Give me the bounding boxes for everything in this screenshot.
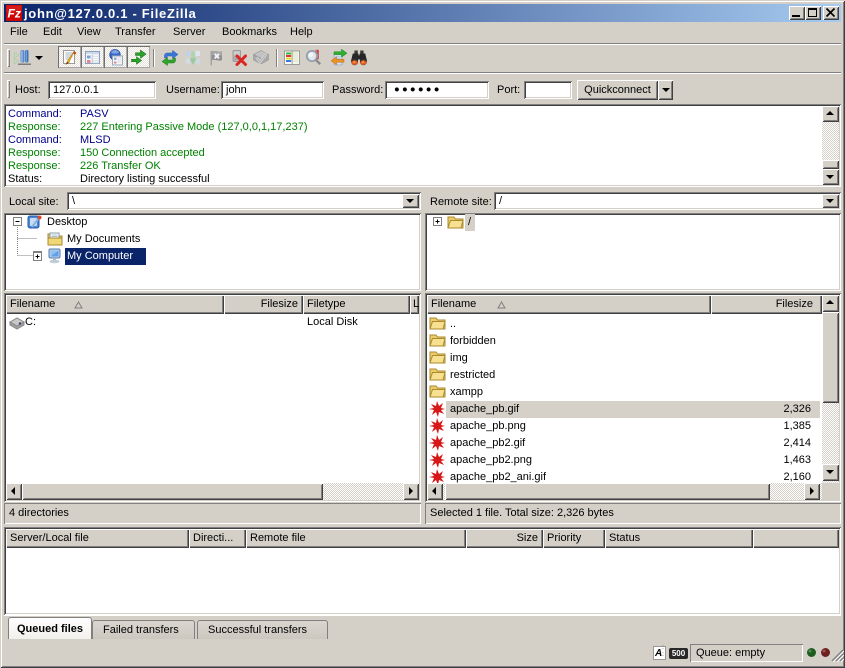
- svg-text:Fz: Fz: [8, 7, 21, 21]
